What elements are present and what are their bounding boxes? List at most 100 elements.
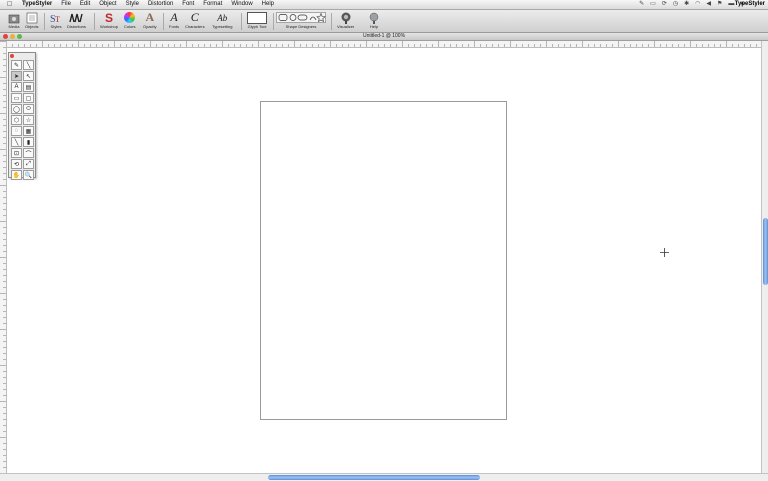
display-icon[interactable]: ▭ — [650, 0, 656, 9]
tool-rectangle-icon[interactable]: ▭ — [11, 93, 22, 103]
toolbar-separator — [94, 13, 95, 30]
vertical-scroll-thumb[interactable] — [763, 218, 768, 285]
menu-distortion[interactable]: Distortion — [148, 0, 173, 9]
tool-scale-icon[interactable]: ⤢ — [23, 159, 34, 169]
palette-close-button[interactable] — [10, 54, 14, 58]
vertical-ruler[interactable] — [0, 41, 7, 474]
toolbar-separator — [44, 13, 45, 30]
time-machine-icon[interactable]: ◷ — [673, 0, 678, 9]
menu-font[interactable]: Font — [182, 0, 194, 9]
typesetting-button[interactable]: Ab Typesetting — [212, 11, 233, 30]
menu-format[interactable]: Format — [203, 0, 222, 9]
visualizer-label: Visualizer — [337, 24, 355, 29]
help-button[interactable]: Help — [368, 11, 380, 29]
document-page[interactable] — [260, 101, 507, 420]
close-window-button[interactable] — [3, 34, 8, 39]
tool-line-pen-icon[interactable]: ╲ — [23, 60, 34, 70]
objects-icon — [26, 11, 38, 24]
horizontal-ruler[interactable] — [6, 41, 761, 48]
tool-arrow-icon[interactable]: ➤ — [11, 71, 22, 81]
styles-icon: ST — [50, 11, 62, 24]
objects-label: Objects — [25, 24, 39, 29]
colors-label: Colors — [124, 24, 136, 29]
menu-list: TypeStyler File Edit Object Style Distor… — [22, 0, 283, 9]
characters-icon: C — [190, 10, 199, 24]
tool-text-icon[interactable]: A — [11, 82, 22, 92]
volume-icon[interactable]: ◀ — [706, 0, 711, 9]
tool-line-icon[interactable]: ╲ — [11, 137, 22, 147]
distortions-label: Distortions — [67, 24, 86, 29]
menu-object[interactable]: Object — [99, 0, 116, 9]
fonts-label: Fonts — [169, 24, 180, 29]
opacity-button[interactable]: A Opacity — [143, 10, 157, 29]
toolbar-separator — [273, 13, 274, 30]
objects-button[interactable]: Objects — [25, 11, 39, 29]
vertical-scrollbar[interactable] — [761, 41, 768, 473]
tool-zoom-icon[interactable]: 🔍 — [23, 170, 34, 180]
tool-pen-icon[interactable]: ✎ — [11, 60, 22, 70]
tool-oval-icon[interactable]: ⬭ — [23, 104, 34, 114]
script-icon[interactable]: ✎ — [639, 0, 644, 9]
shape-designers-icon — [276, 11, 326, 24]
apple-menu-icon[interactable]:  — [7, 0, 12, 9]
tool-rotate-icon[interactable]: ⟲ — [11, 159, 22, 169]
workshop-label: Workshop — [100, 24, 118, 29]
tool-transform-icon[interactable]: ⊡ — [11, 148, 22, 158]
document-title-bar: Untitled-1 @ 100% — [0, 33, 768, 41]
wifi-icon[interactable]: ◠ — [695, 0, 700, 9]
tool-direct-select-icon[interactable]: ↖ — [23, 71, 34, 81]
toolbar-separator — [163, 13, 164, 30]
tool-rounded-rect-icon[interactable]: ▢ — [23, 93, 34, 103]
tool-spiral-icon[interactable]: ◌ — [11, 126, 22, 136]
styles-button[interactable]: ST Styles — [50, 11, 62, 30]
tool-ellipse-icon[interactable]: ◯ — [11, 104, 22, 114]
svg-text:T: T — [55, 15, 60, 24]
tool-text-box-icon[interactable]: ▤ — [23, 82, 34, 92]
distortions-icon — [69, 11, 84, 24]
opacity-icon: A — [145, 10, 155, 24]
tool-hand-icon[interactable]: ✋ — [11, 170, 22, 180]
toolbar-separator — [331, 13, 332, 30]
media-icon — [8, 11, 20, 24]
tool-fill-icon[interactable]: ▮ — [23, 137, 34, 147]
menu-window[interactable]: Window — [231, 0, 252, 9]
minimize-window-button[interactable] — [10, 34, 15, 39]
shape-designers-label: Shape Designers — [285, 24, 317, 29]
colors-button[interactable]: Colors — [124, 11, 136, 29]
tool-star-icon[interactable]: ☆ — [23, 115, 34, 125]
opacity-label: Opacity — [143, 24, 157, 29]
zoom-window-button[interactable] — [17, 34, 22, 39]
tool-grid-icon[interactable]: ▦ — [23, 126, 34, 136]
glyph-tool-button[interactable]: Glyph Tool — [247, 11, 267, 29]
workshop-button[interactable]: S Workshop — [100, 11, 118, 30]
fonts-button[interactable]: A Fonts — [169, 10, 180, 29]
styles-label: Styles — [50, 24, 62, 29]
crosshair-cursor-icon — [660, 248, 669, 257]
typesetting-icon: Ab — [217, 12, 228, 23]
glyph-tool-label: Glyph Tool — [247, 24, 267, 29]
visualizer-button[interactable]: Visualizer — [337, 11, 354, 29]
status-tray: ✎ ▭ ⟳ ◷ ✱ ◠ ◀ ⚑ ▬ ● — [639, 0, 744, 9]
distortions-button[interactable]: Distortions — [67, 11, 86, 29]
menu-file[interactable]: File — [61, 0, 71, 9]
help-label: Help — [369, 24, 379, 29]
tool-polygon-icon[interactable]: ⬡ — [11, 115, 22, 125]
typesetting-label: Typesetting — [212, 24, 233, 29]
media-button[interactable]: Media — [8, 11, 20, 29]
menu-help[interactable]: Help — [262, 0, 274, 9]
characters-button[interactable]: C Characters — [185, 10, 205, 29]
shape-designers-button[interactable]: Shape Designers — [276, 11, 326, 29]
horizontal-scroll-thumb[interactable] — [268, 475, 480, 480]
bluetooth-icon[interactable]: ✱ — [684, 0, 689, 9]
fonts-icon: A — [170, 10, 178, 24]
battery-icon[interactable]: ▬ — [728, 0, 734, 9]
menu-app[interactable]: TypeStyler — [22, 0, 52, 9]
document-title: Untitled-1 @ 100% — [362, 33, 406, 39]
sync-icon[interactable]: ⟳ — [662, 0, 667, 9]
tool-curve-icon[interactable]: ⌒ — [23, 148, 34, 158]
flag-icon[interactable]: ⚑ — [717, 0, 722, 9]
menu-style[interactable]: Style — [126, 0, 139, 9]
menu-edit[interactable]: Edit — [80, 0, 90, 9]
tool-palette: ✎ ╲ ➤ ↖ A ▤ ▭ ▢ ◯ ⬭ ⬡ ☆ ◌ ▦ ╲ ▮ ⊡ ⌒ ⟲ ⤢ ✋ 🔍 — [8, 52, 36, 180]
visualizer-icon — [340, 11, 352, 24]
